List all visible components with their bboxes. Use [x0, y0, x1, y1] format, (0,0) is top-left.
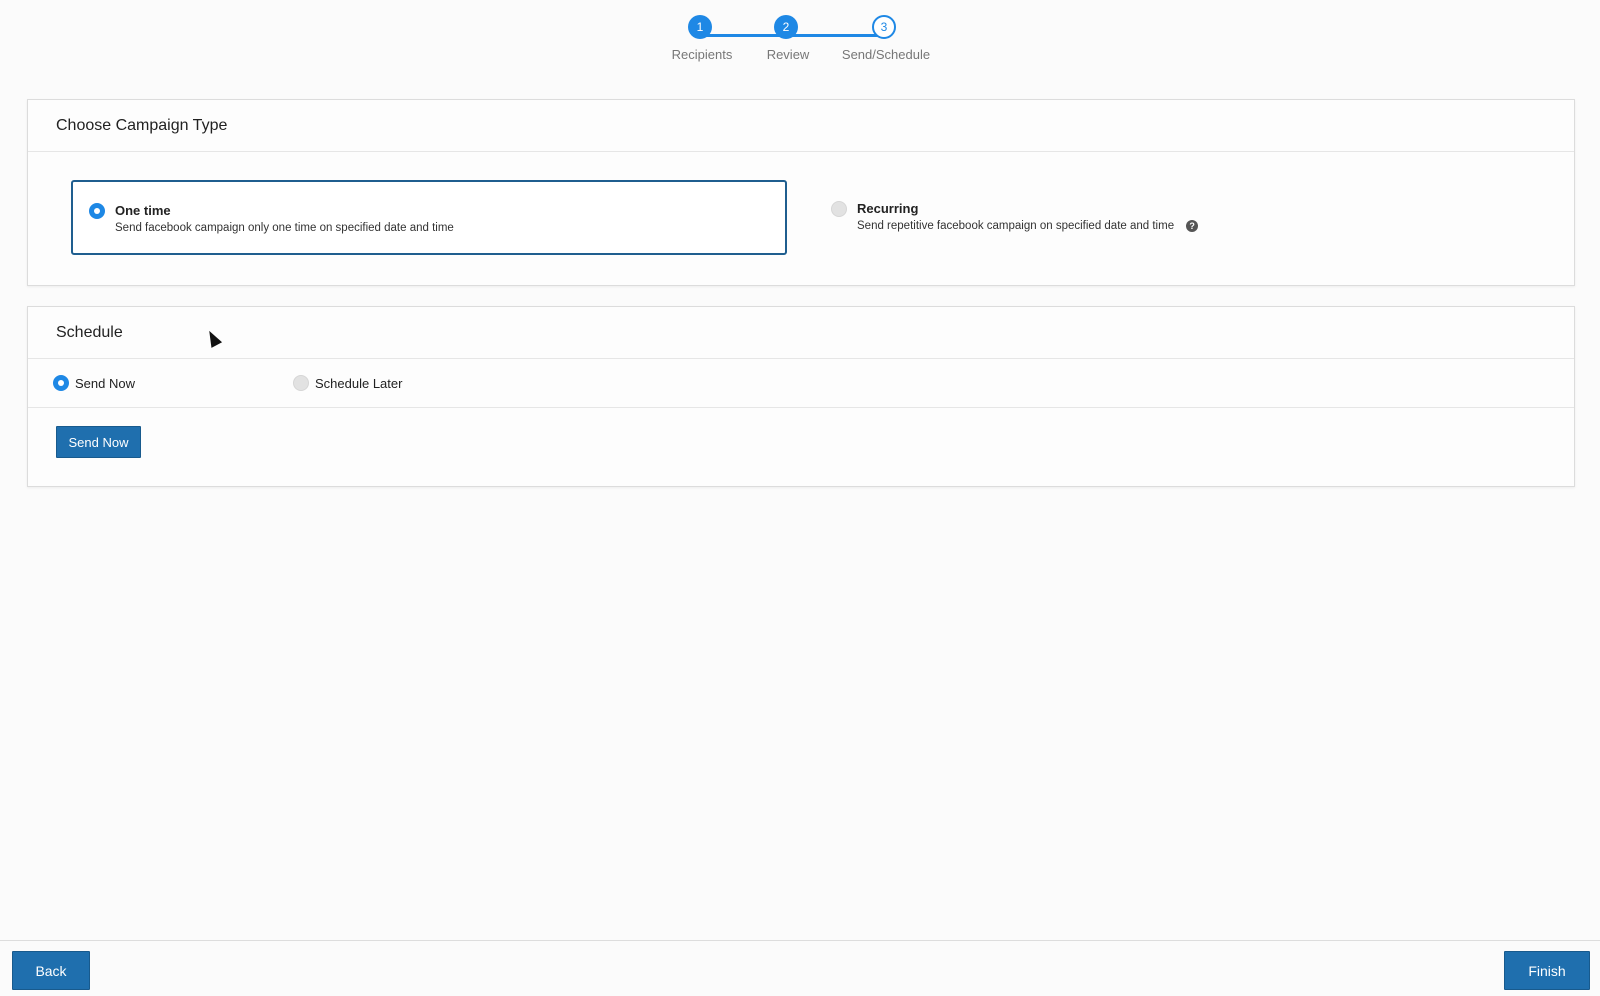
recurring-title: Recurring [857, 201, 919, 216]
recurring-radio[interactable] [831, 201, 847, 217]
question-circle-icon[interactable]: ? [1186, 220, 1199, 232]
schedule-panel: Schedule Send Now Schedule Later Send No… [27, 306, 1575, 487]
one-time-radio[interactable] [89, 203, 105, 219]
one-time-description: Send facebook campaign only one time on … [115, 222, 454, 234]
send-now-button[interactable]: Send Now [56, 426, 141, 458]
campaign-type-title: Choose Campaign Type [28, 100, 1574, 152]
step-2-circle[interactable]: 2 [774, 15, 798, 39]
send-now-radio[interactable] [53, 375, 69, 391]
step-connector [787, 34, 884, 37]
one-time-option[interactable]: One time Send facebook campaign only one… [71, 180, 787, 255]
footer-bar: Back Finish [0, 940, 1600, 996]
send-now-label: Send Now [75, 375, 135, 391]
schedule-action-area: Send Now [28, 408, 1574, 486]
campaign-type-panel: Choose Campaign Type One time Send faceb… [27, 99, 1575, 286]
back-button[interactable]: Back [12, 951, 90, 990]
recurring-option[interactable]: Recurring Send repetitive facebook campa… [815, 180, 1214, 255]
progress-stepper: 1 2 3 Recipients Review Send/Schedule [0, 0, 1600, 80]
step-connector [703, 34, 787, 37]
recurring-description: Send repetitive facebook campaign on spe… [857, 220, 1175, 232]
step-1-circle[interactable]: 1 [688, 15, 712, 39]
step-3-label: Send/Schedule [841, 47, 931, 62]
schedule-later-label: Schedule Later [315, 375, 403, 391]
finish-button[interactable]: Finish [1504, 951, 1590, 990]
schedule-title: Schedule [28, 307, 1574, 359]
send-now-option[interactable]: Send Now [53, 375, 135, 391]
one-time-title: One time [115, 203, 171, 218]
schedule-later-radio[interactable] [293, 375, 309, 391]
schedule-later-option[interactable]: Schedule Later [293, 375, 402, 391]
step-3-circle[interactable]: 3 [872, 15, 896, 39]
schedule-options-row: Send Now Schedule Later [28, 359, 1574, 408]
